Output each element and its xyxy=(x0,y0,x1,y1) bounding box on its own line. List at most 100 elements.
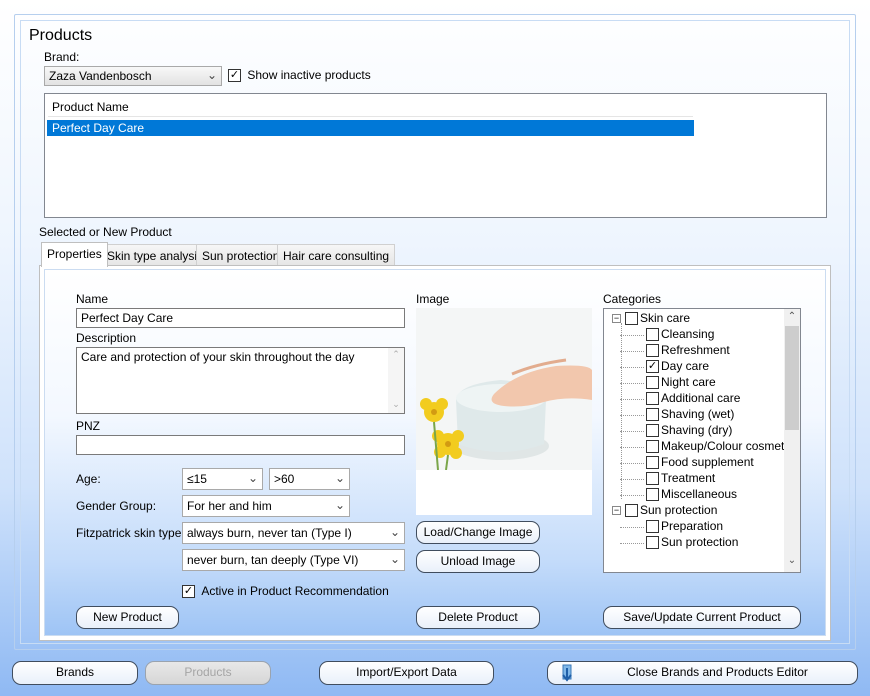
fitzpatrick-label: Fitzpatrick skin type: xyxy=(76,526,185,540)
product-photo-illustration xyxy=(416,308,592,515)
categories-tree[interactable]: − Skin care Cleansing Refreshment ✓ Day care N… xyxy=(603,308,801,573)
products-button[interactable]: Products xyxy=(145,661,271,685)
category-item[interactable]: Food supplement xyxy=(620,455,754,471)
delete-product-button[interactable]: Delete Product xyxy=(416,606,540,629)
category-item[interactable]: Makeup/Colour cosmetics xyxy=(620,439,800,455)
show-inactive-toggle[interactable]: ✓ Show inactive products xyxy=(228,68,371,83)
tree-connector xyxy=(620,351,644,352)
age-max-value: >60 xyxy=(274,472,295,486)
description-scrollbar[interactable]: ⌃ ⌄ xyxy=(388,348,404,413)
brand-select[interactable]: Zaza Vandenbosch ⌄ xyxy=(44,66,222,86)
show-inactive-label: Show inactive products xyxy=(247,68,371,82)
scroll-down-icon[interactable]: ⌄ xyxy=(784,555,800,566)
category-label: Makeup/Colour cosmetics xyxy=(661,439,800,453)
age-max-select[interactable]: >60 ⌄ xyxy=(269,468,350,490)
category-item[interactable]: Cleansing xyxy=(620,327,714,343)
category-checkbox[interactable] xyxy=(646,424,659,438)
tab-sun-protection[interactable]: Sun protection xyxy=(196,244,286,265)
category-checkbox[interactable] xyxy=(646,488,659,502)
category-label: Miscellaneous xyxy=(661,487,738,501)
collapse-icon[interactable]: − xyxy=(612,506,621,516)
category-checkbox[interactable] xyxy=(625,312,638,326)
category-checkbox[interactable] xyxy=(646,408,659,422)
category-checkbox[interactable] xyxy=(646,472,659,486)
categories-scrollbar[interactable]: ⌃ ⌄ xyxy=(784,309,800,572)
category-checkbox[interactable] xyxy=(646,440,659,454)
show-inactive-checkbox[interactable]: ✓ xyxy=(228,69,241,83)
category-item[interactable]: ✓ Day care xyxy=(620,359,710,375)
chevron-down-icon: ⌄ xyxy=(334,471,345,485)
name-input[interactable]: Perfect Day Care xyxy=(76,308,405,328)
brand-select-value: Zaza Vandenbosch xyxy=(49,69,152,83)
tab-skin-type-analysis[interactable]: Skin type analysis xyxy=(101,244,210,265)
page-title: Products xyxy=(29,27,93,44)
category-label: Sun protection xyxy=(640,503,718,517)
category-label: Treatment xyxy=(661,471,716,485)
new-product-button[interactable]: New Product xyxy=(76,606,179,629)
unload-image-button[interactable]: Unload Image xyxy=(416,550,540,573)
category-item[interactable]: Shaving (dry) xyxy=(620,423,732,439)
category-checkbox[interactable] xyxy=(646,328,659,342)
scroll-up-icon[interactable]: ⌃ xyxy=(784,311,800,322)
tab-properties[interactable]: Properties xyxy=(41,242,108,267)
tab-hair-care-consulting[interactable]: Hair care consulting xyxy=(277,244,396,265)
chevron-down-icon: ⌄ xyxy=(389,525,400,539)
category-checkbox[interactable] xyxy=(646,392,659,406)
image-label: Image xyxy=(416,292,450,306)
active-recommendation-checkbox[interactable]: ✓ xyxy=(182,585,195,599)
selected-product-label: Selected or New Product xyxy=(39,225,172,239)
tree-connector xyxy=(620,415,644,416)
tree-connector xyxy=(620,495,644,496)
tree-connector xyxy=(620,447,644,448)
category-item[interactable]: Shaving (wet) xyxy=(620,407,735,423)
category-item[interactable]: − Sun protection xyxy=(612,503,717,519)
active-recommendation-toggle[interactable]: ✓ Active in Product Recommendation xyxy=(182,584,389,599)
gender-value: For her and him xyxy=(187,499,272,513)
age-min-value: ≤15 xyxy=(187,472,207,486)
category-item[interactable]: Night care xyxy=(620,375,716,391)
category-item[interactable]: Miscellaneous xyxy=(620,487,738,503)
category-checkbox[interactable] xyxy=(646,344,659,358)
scroll-up-icon[interactable]: ⌃ xyxy=(388,349,404,360)
category-item[interactable]: Sun protection xyxy=(620,535,738,551)
category-checkbox[interactable] xyxy=(646,376,659,390)
age-min-select[interactable]: ≤15 ⌄ xyxy=(182,468,263,490)
category-label: Refreshment xyxy=(661,343,730,357)
tree-connector xyxy=(620,479,644,480)
product-list-row[interactable]: Perfect Day Care xyxy=(47,120,694,136)
collapse-icon[interactable]: − xyxy=(612,314,621,324)
chevron-down-icon: ⌄ xyxy=(389,552,400,566)
scroll-down-icon[interactable]: ⌄ xyxy=(388,399,404,410)
import-export-button[interactable]: Import/Export Data xyxy=(319,661,494,685)
age-label: Age: xyxy=(76,472,101,486)
category-checkbox[interactable] xyxy=(646,456,659,470)
fitzpatrick-max-value: never burn, tan deeply (Type VI) xyxy=(187,553,359,567)
fitzpatrick-max-select[interactable]: never burn, tan deeply (Type VI) ⌄ xyxy=(182,549,405,571)
category-label: Day care xyxy=(661,359,710,373)
category-item[interactable]: Preparation xyxy=(620,519,723,535)
description-textarea[interactable]: Care and protection of your skin through… xyxy=(76,347,405,414)
category-checkbox[interactable] xyxy=(646,536,659,550)
scrollbar-thumb[interactable] xyxy=(785,326,799,430)
category-item[interactable]: − Skin care xyxy=(612,311,690,327)
save-product-button[interactable]: Save/Update Current Product xyxy=(603,606,801,629)
load-image-button[interactable]: Load/Change Image xyxy=(416,521,540,544)
tree-connector-vertical xyxy=(621,323,622,499)
pnz-input[interactable] xyxy=(76,435,405,455)
category-label: Shaving (wet) xyxy=(661,407,735,421)
category-label: Skin care xyxy=(640,311,691,325)
tree-connector xyxy=(620,367,644,368)
brands-button[interactable]: Brands xyxy=(12,661,138,685)
category-item[interactable]: Treatment xyxy=(620,471,716,487)
fitzpatrick-min-select[interactable]: always burn, never tan (Type I) ⌄ xyxy=(182,522,405,544)
category-checkbox[interactable] xyxy=(646,520,659,534)
description-label: Description xyxy=(76,331,137,345)
gender-select[interactable]: For her and him ⌄ xyxy=(182,495,350,517)
product-list-header[interactable]: Product Name xyxy=(48,97,693,117)
category-item[interactable]: Refreshment xyxy=(620,343,730,359)
product-list[interactable]: Product Name Perfect Day Care xyxy=(44,93,827,218)
close-editor-button[interactable]: Close Brands and Products Editor xyxy=(547,661,858,685)
category-checkbox[interactable] xyxy=(625,504,638,518)
category-item[interactable]: Additional care xyxy=(620,391,740,407)
category-checkbox[interactable]: ✓ xyxy=(646,360,659,374)
